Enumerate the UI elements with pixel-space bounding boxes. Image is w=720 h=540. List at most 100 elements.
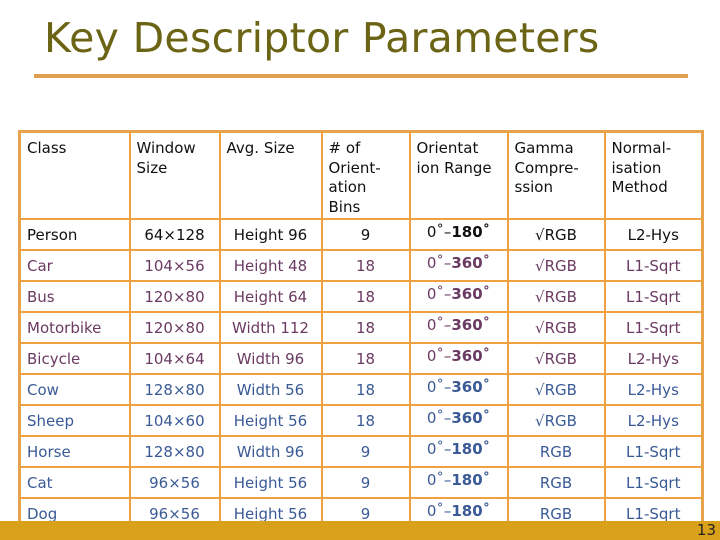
cell-class: Sheep: [18, 404, 131, 437]
range-start: 0˚–: [426, 285, 452, 303]
cell-orientation-range: 0˚–360˚: [408, 404, 509, 437]
footer-bar: 13: [0, 521, 720, 540]
range-start: 0˚–: [426, 502, 452, 520]
cell-window-size: 128×80: [128, 373, 221, 406]
cell-normalisation-method: L1-Sqrt: [603, 311, 704, 344]
table-row: Cow 128×80 Width 56 18 0˚–360˚ √RGB L2-Hys: [18, 373, 704, 406]
cell-normalisation-method: L2-Hys: [603, 218, 704, 251]
header-window-size: Window Size: [128, 130, 221, 220]
cell-gamma-compression: √RGB: [506, 311, 606, 344]
range-start: 0˚–: [426, 378, 452, 396]
cell-window-size: 104×64: [128, 342, 221, 375]
table-row: Horse 128×80 Width 96 9 0˚–180˚ RGB L1-Sqrt: [18, 435, 704, 468]
range-end: 180˚: [451, 471, 491, 489]
descriptor-parameters-table: Class Window Size Avg. Size # of Orient-…: [18, 130, 704, 531]
cell-orientation-bins: 18: [320, 280, 411, 313]
cell-orientation-bins: 18: [320, 342, 411, 375]
page-number: 13: [696, 521, 716, 539]
range-start: 0˚–: [426, 440, 452, 458]
range-start: 0˚–: [426, 409, 452, 427]
cell-normalisation-method: L1-Sqrt: [603, 466, 704, 499]
range-end: 180˚: [451, 223, 491, 241]
cell-avg-size: Height 96: [218, 218, 323, 251]
cell-orientation-bins: 9: [320, 435, 411, 468]
cell-gamma-compression: RGB: [506, 466, 606, 499]
cell-normalisation-method: L2-Hys: [603, 342, 704, 375]
cell-avg-size: Height 48: [218, 249, 323, 282]
cell-normalisation-method: L1-Sqrt: [603, 280, 704, 313]
cell-gamma-compression: √RGB: [506, 249, 606, 282]
range-end: 360˚: [451, 347, 491, 365]
table-row: Sheep 104×60 Height 56 18 0˚–360˚ √RGB L2-Hys: [18, 404, 704, 437]
cell-window-size: 120×80: [128, 280, 221, 313]
cell-window-size: 128×80: [128, 435, 221, 468]
cell-orientation-range: 0˚–360˚: [408, 280, 509, 313]
header-normalisation-method: Normal- isation Method: [603, 130, 704, 220]
cell-orientation-range: 0˚–180˚: [408, 218, 509, 251]
cell-avg-size: Height 56: [218, 404, 323, 437]
cell-window-size: 104×56: [128, 249, 221, 282]
cell-avg-size: Width 112: [218, 311, 323, 344]
table-header-row: Class Window Size Avg. Size # of Orient-…: [18, 130, 704, 220]
header-gamma-compression: Gamma Compre- ssion: [506, 130, 606, 220]
cell-orientation-range: 0˚–180˚: [408, 435, 509, 468]
cell-orientation-bins: 18: [320, 373, 411, 406]
range-start: 0˚–: [426, 347, 452, 365]
cell-class: Bus: [18, 280, 131, 313]
cell-avg-size: Width 56: [218, 373, 323, 406]
range-end: 180˚: [451, 502, 491, 520]
cell-window-size: 120×80: [128, 311, 221, 344]
header-orientation-range: Orientat ion Range: [408, 130, 509, 220]
header-avg-size: Avg. Size: [218, 130, 323, 220]
cell-window-size: 64×128: [128, 218, 221, 251]
range-end: 360˚: [451, 316, 491, 334]
range-start: 0˚–: [426, 223, 452, 241]
cell-class: Cat: [18, 466, 131, 499]
table-body: Person 64×128 Height 96 9 0˚–180˚ √RGB L2-Hys C…: [18, 218, 704, 531]
range-start: 0˚–: [426, 254, 452, 272]
cell-avg-size: Width 96: [218, 342, 323, 375]
range-end: 180˚: [451, 440, 491, 458]
range-end: 360˚: [451, 409, 491, 427]
table-row: Cat 96×56 Height 56 9 0˚–180˚ RGB L1-Sqrt: [18, 466, 704, 499]
cell-orientation-range: 0˚–360˚: [408, 342, 509, 375]
cell-gamma-compression: √RGB: [506, 404, 606, 437]
title-underline: [34, 74, 688, 78]
cell-gamma-compression: RGB: [506, 435, 606, 468]
slide-title: Key Descriptor Parameters: [44, 14, 600, 62]
cell-orientation-bins: 18: [320, 404, 411, 437]
cell-class: Person: [18, 218, 131, 251]
header-orientation-bins: # of Orient- ation Bins: [320, 130, 411, 220]
cell-orientation-bins: 9: [320, 466, 411, 499]
cell-gamma-compression: √RGB: [506, 280, 606, 313]
cell-avg-size: Width 96: [218, 435, 323, 468]
cell-normalisation-method: L1-Sqrt: [603, 249, 704, 282]
header-class: Class: [18, 130, 131, 220]
table-row: Bicycle 104×64 Width 96 18 0˚–360˚ √RGB L2-Hys: [18, 342, 704, 375]
cell-class: Motorbike: [18, 311, 131, 344]
range-end: 360˚: [451, 254, 491, 272]
cell-orientation-range: 0˚–360˚: [408, 249, 509, 282]
cell-gamma-compression: √RGB: [506, 342, 606, 375]
cell-normalisation-method: L1-Sqrt: [603, 435, 704, 468]
range-end: 360˚: [451, 285, 491, 303]
cell-orientation-bins: 18: [320, 249, 411, 282]
cell-class: Car: [18, 249, 131, 282]
cell-gamma-compression: √RGB: [506, 373, 606, 406]
cell-orientation-range: 0˚–360˚: [408, 373, 509, 406]
cell-window-size: 96×56: [128, 466, 221, 499]
cell-class: Cow: [18, 373, 131, 406]
table-row: Person 64×128 Height 96 9 0˚–180˚ √RGB L2-Hys: [18, 218, 704, 251]
range-start: 0˚–: [426, 471, 452, 489]
cell-avg-size: Height 56: [218, 466, 323, 499]
cell-class: Bicycle: [18, 342, 131, 375]
cell-class: Horse: [18, 435, 131, 468]
range-end: 360˚: [451, 378, 491, 396]
cell-avg-size: Height 64: [218, 280, 323, 313]
table-row: Car 104×56 Height 48 18 0˚–360˚ √RGB L1-Sqrt: [18, 249, 704, 282]
cell-orientation-bins: 18: [320, 311, 411, 344]
cell-window-size: 104×60: [128, 404, 221, 437]
cell-normalisation-method: L2-Hys: [603, 404, 704, 437]
cell-orientation-bins: 9: [320, 218, 411, 251]
table-row: Bus 120×80 Height 64 18 0˚–360˚ √RGB L1-Sqrt: [18, 280, 704, 313]
